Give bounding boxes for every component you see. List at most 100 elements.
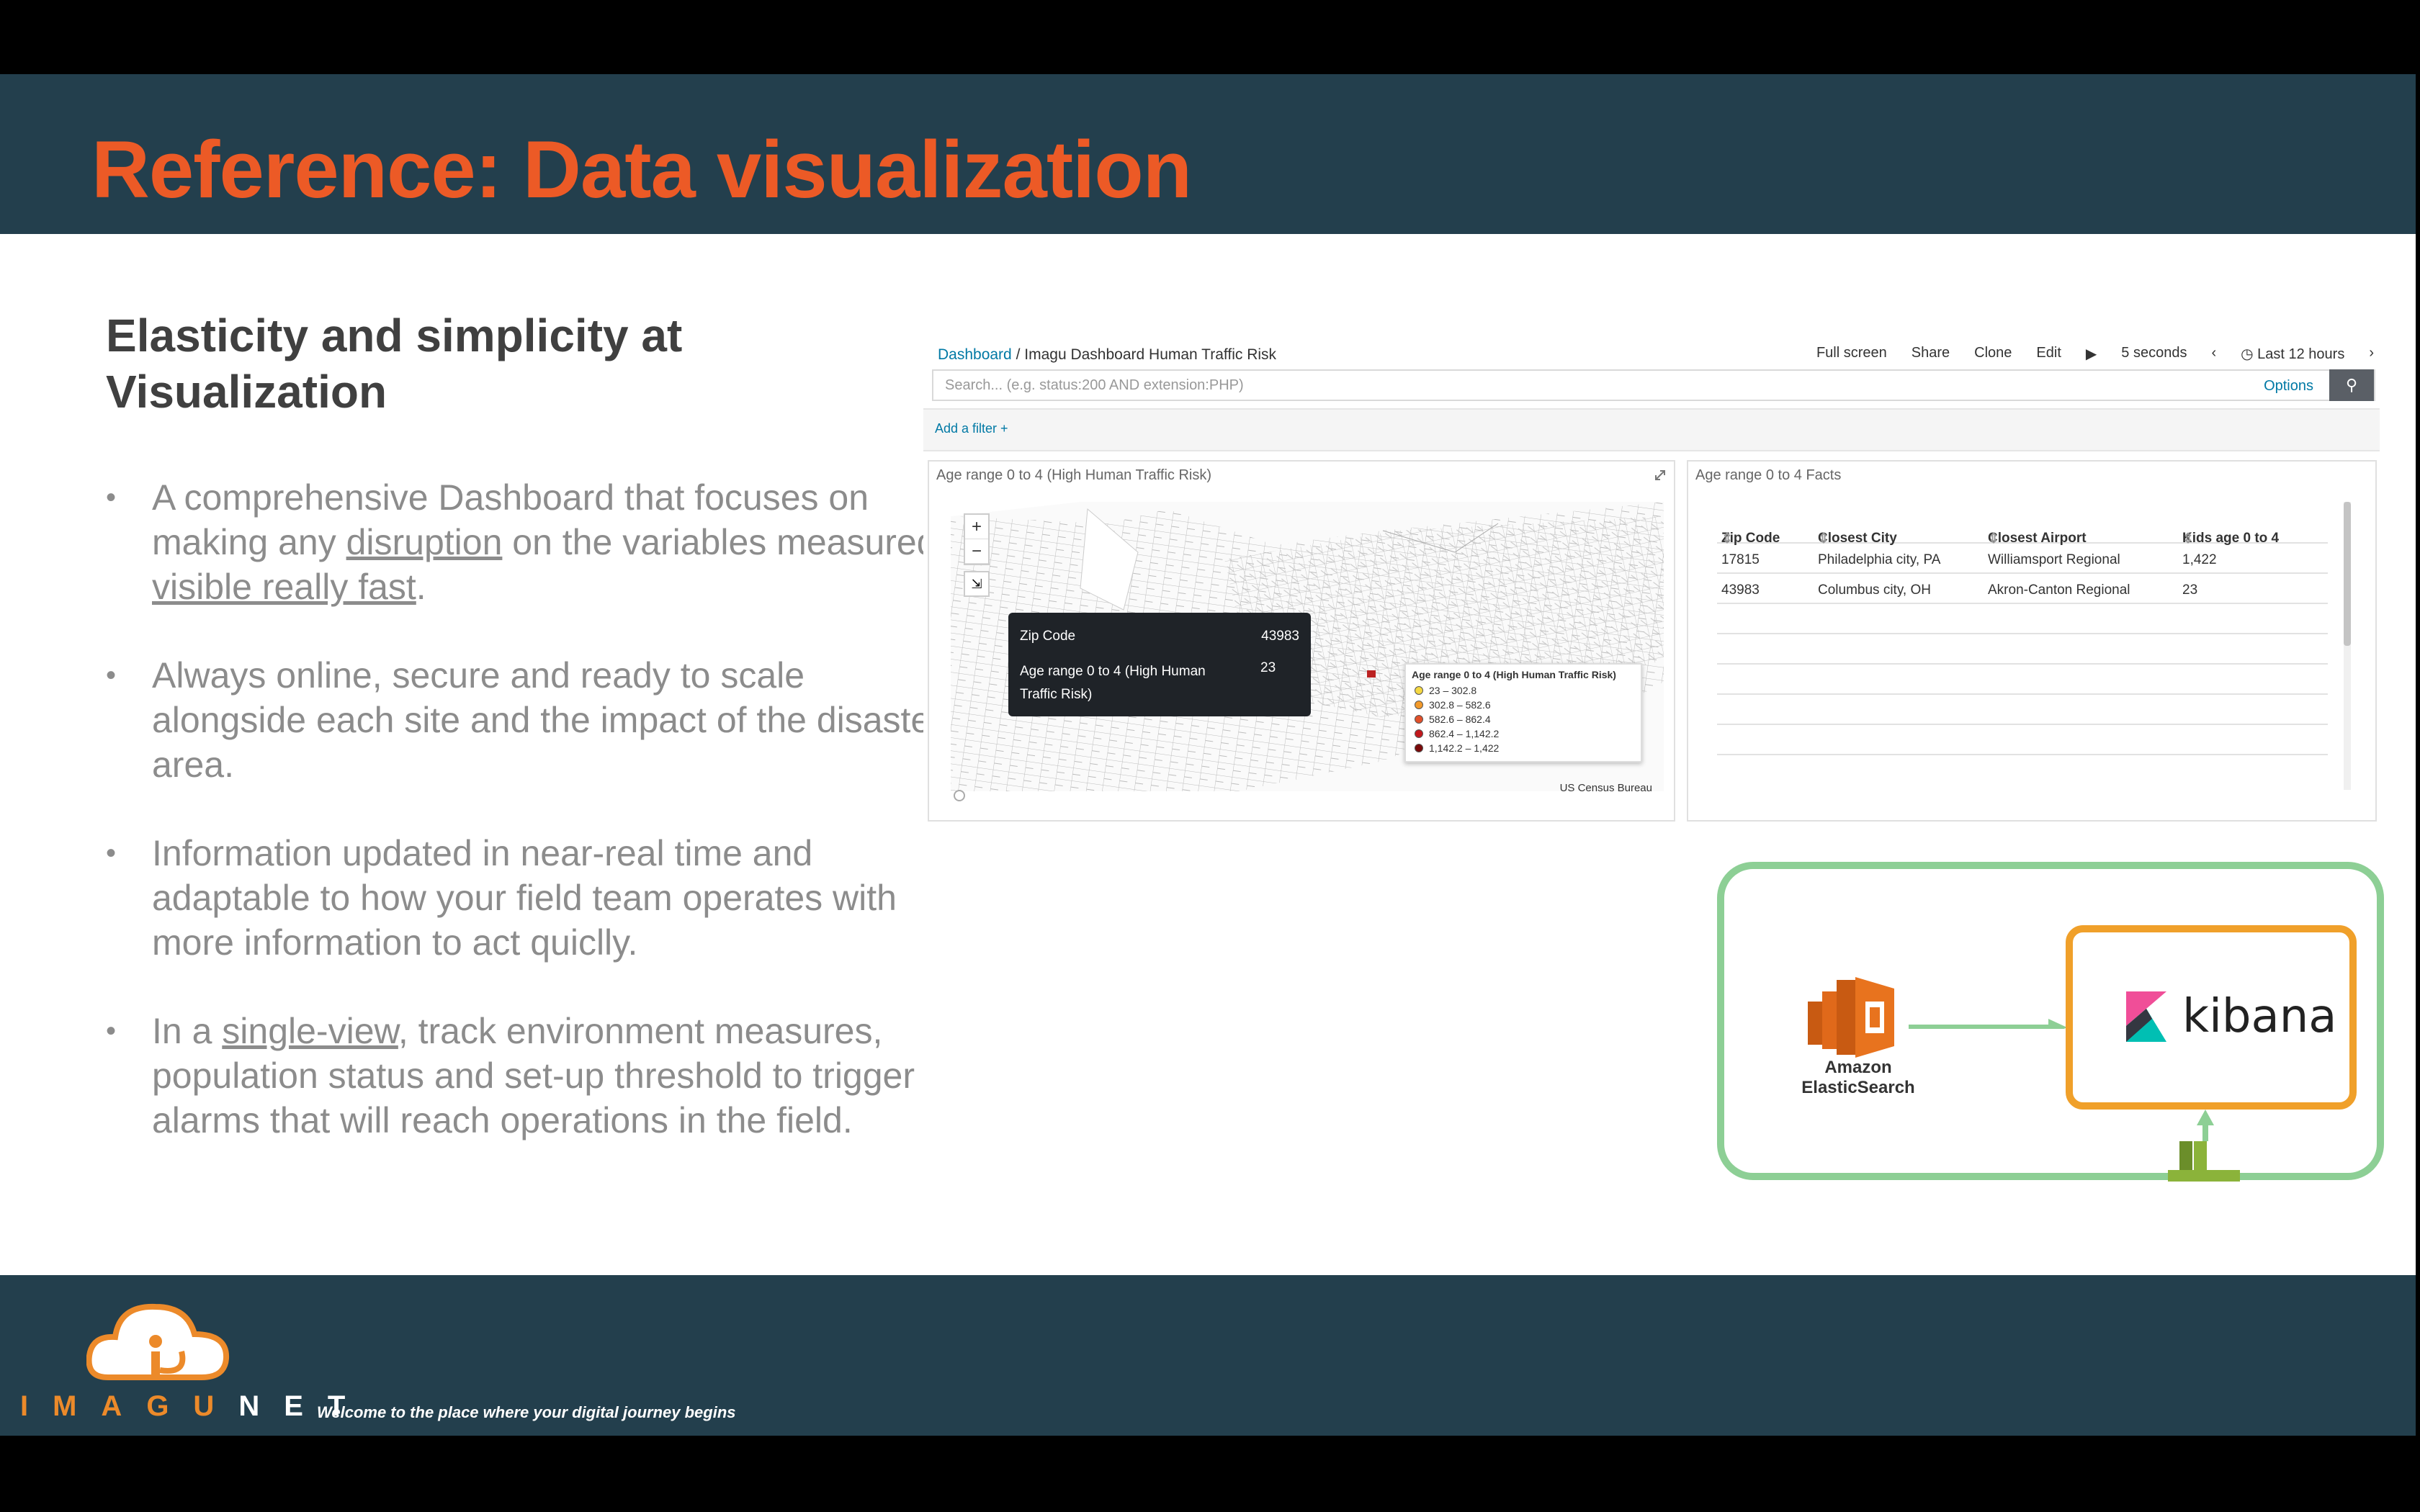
bullet-item: Always online, secure and ready to scale… — [106, 653, 956, 787]
map-tooltip: Zip Code 43983 Age range 0 to 4 (High Hu… — [1008, 613, 1311, 716]
zoom-out-button[interactable]: − — [965, 539, 988, 564]
kibana-wordmark: kibana — [2182, 990, 2337, 1043]
table-header: Zip Code ⇕ Closest City ⇕ Closest Airpor… — [1717, 513, 2328, 546]
locate-icon[interactable] — [954, 790, 965, 801]
map-attribution: US Census Bureau — [1559, 782, 1652, 794]
add-filter-button[interactable]: Add a filter + — [935, 421, 1008, 436]
chevron-left-icon[interactable]: ‹ — [2211, 345, 2216, 363]
imagunet-cloud-logo — [86, 1303, 230, 1380]
facts-table: Zip Code ⇕ Closest City ⇕ Closest Airpor… — [1717, 513, 2328, 755]
facts-panel: Age range 0 to 4 Facts Zip Code ⇕ Closes… — [1687, 460, 2377, 822]
map-panel: Age range 0 to 4 (High Human Traffic Ris… — [928, 460, 1675, 822]
slide-content: Elasticity and simplicity at Visualizati… — [0, 234, 2416, 1275]
table-row-empty — [1717, 604, 2328, 634]
legend-label: 582.6 – 862.4 — [1429, 714, 1491, 725]
filter-bar: Add a filter + — [923, 408, 2380, 451]
bullet-text: . — [416, 567, 426, 607]
elasticsearch-label: Amazon ElasticSearch — [1801, 1058, 1915, 1097]
footer-tagline: Welcome to the place where your digital … — [317, 1403, 736, 1421]
table-cell: 23 — [2182, 582, 2198, 598]
search-placeholder: Search... (e.g. status:200 AND extension… — [945, 377, 1244, 393]
share-button[interactable]: Share — [1912, 345, 1950, 363]
legend-swatch — [1415, 701, 1423, 709]
tooltip-value-age: 23 — [1260, 660, 1276, 675]
table-scrollbar[interactable] — [2344, 502, 2351, 790]
legend-label: 302.8 – 582.6 — [1429, 699, 1491, 711]
slide-title: Reference: Data visualization — [91, 125, 1192, 215]
slide-subtitle: Elasticity and simplicity at Visualizati… — [106, 310, 683, 418]
legend-row: 302.8 – 582.6 — [1415, 699, 1491, 711]
bullet-list: A comprehensive Dashboard that focuses o… — [106, 475, 956, 1187]
bullet-text: In a — [152, 1011, 223, 1051]
table-cell: Williamsport Regional — [1988, 552, 2120, 567]
zoom-controls: + − — [964, 513, 990, 565]
clock-icon: ◷ — [2241, 346, 2258, 362]
top-black-bar — [0, 0, 2420, 74]
arrow-right-icon — [1909, 1019, 2067, 1029]
search-button[interactable]: ⚲ — [2329, 369, 2374, 401]
table-cell: 17815 — [1721, 552, 1760, 567]
table-row: 17815 Philadelphia city, PA Williamsport… — [1717, 544, 2328, 574]
legend-swatch — [1415, 744, 1423, 752]
breadcrumb-current: Imagu Dashboard Human Traffic Risk — [1024, 346, 1277, 363]
time-range-picker[interactable]: ◷ Last 12 hours — [2241, 345, 2344, 363]
table-row-empty — [1717, 695, 2328, 725]
legend-label: 862.4 – 1,142.2 — [1429, 728, 1500, 739]
kibana-top-nav: Dashboard / Imagu Dashboard Human Traffi… — [931, 339, 2374, 371]
brand-part-orange: IMAGU — [20, 1390, 239, 1422]
legend-swatch — [1415, 729, 1423, 738]
kibana-toolbar: Full screen Share Clone Edit ▶ 5 seconds… — [1816, 345, 2374, 363]
breadcrumb-separator: / — [1016, 346, 1021, 363]
bullet-text: on the variables measured, — [502, 522, 947, 562]
right-edge-bar — [2416, 74, 2420, 1436]
table-row-empty — [1717, 634, 2328, 665]
map-marker[interactable] — [1367, 670, 1376, 678]
clone-button[interactable]: Clone — [1974, 345, 2012, 363]
legend-row: 1,142.2 – 1,422 — [1415, 742, 1499, 754]
scrollbar-thumb[interactable] — [2344, 502, 2351, 646]
bullet-emphasis: single-view — [222, 1011, 398, 1051]
zoom-in-button[interactable]: + — [965, 515, 988, 539]
kibana-logo: kibana — [2126, 990, 2336, 1043]
tooltip-value-zip: 43983 — [1261, 629, 1299, 644]
edit-button[interactable]: Edit — [2036, 345, 2061, 363]
architecture-diagram: Amazon ElasticSearch kibana — [1714, 862, 2387, 1182]
arrow-up-icon — [2197, 1110, 2214, 1141]
search-icon: ⚲ — [2345, 376, 2358, 394]
bullet-item: A comprehensive Dashboard that focuses o… — [106, 475, 956, 609]
refresh-interval[interactable]: 5 seconds — [2121, 345, 2187, 363]
table-cell: Philadelphia city, PA — [1818, 552, 1941, 567]
table-row: 43983 Columbus city, OH Akron-Canton Reg… — [1717, 574, 2328, 604]
slide-footer: IMAGUNET Welcome to the place where your… — [0, 1275, 2416, 1436]
bullet-item: Information updated in near-real time an… — [106, 831, 956, 965]
kibana-logo-icon — [2126, 991, 2166, 1042]
table-row-empty — [1717, 725, 2328, 755]
breadcrumb: Dashboard / Imagu Dashboard Human Traffi… — [938, 346, 1276, 364]
full-screen-button[interactable]: Full screen — [1816, 345, 1887, 363]
legend-row: 23 – 302.8 — [1415, 685, 1476, 696]
legend-row: 862.4 – 1,142.2 — [1415, 728, 1499, 739]
bullet-emphasis: visible really fast — [152, 567, 416, 607]
map-panel-title: Age range 0 to 4 (High Human Traffic Ris… — [936, 467, 1212, 483]
kibana-dashboard-screenshot: Dashboard / Imagu Dashboard Human Traffi… — [923, 339, 2380, 826]
legend-swatch — [1415, 686, 1423, 695]
chevron-right-icon[interactable]: › — [2369, 345, 2374, 363]
search-input[interactable]: Search... (e.g. status:200 AND extension… — [932, 369, 2375, 401]
cloudwatch-icon — [2168, 1141, 2240, 1182]
play-icon[interactable]: ▶ — [2086, 345, 2097, 363]
legend-label: 23 – 302.8 — [1429, 685, 1477, 696]
options-button[interactable]: Options — [2264, 378, 2313, 395]
table-cell: 1,422 — [2182, 552, 2217, 567]
facts-panel-title: Age range 0 to 4 Facts — [1695, 467, 1842, 483]
bullet-item: In a single-view, track environment meas… — [106, 1009, 956, 1143]
map-legend: Age range 0 to 4 (High Human Traffic Ris… — [1404, 663, 1642, 762]
tooltip-label-age: Age range 0 to 4 (High Human Traffic Ris… — [1020, 664, 1206, 702]
table-row-empty — [1717, 665, 2328, 695]
fit-bounds-icon[interactable]: ⇲ — [964, 571, 990, 597]
breadcrumb-dashboard-link[interactable]: Dashboard — [938, 346, 1012, 363]
tooltip-label-zip: Zip Code — [1020, 629, 1076, 644]
elasticsearch-icon — [1808, 977, 1894, 1058]
table-cell: Columbus city, OH — [1818, 582, 1931, 598]
table-cell: 43983 — [1721, 582, 1760, 598]
expand-icon[interactable] — [1654, 469, 1667, 482]
